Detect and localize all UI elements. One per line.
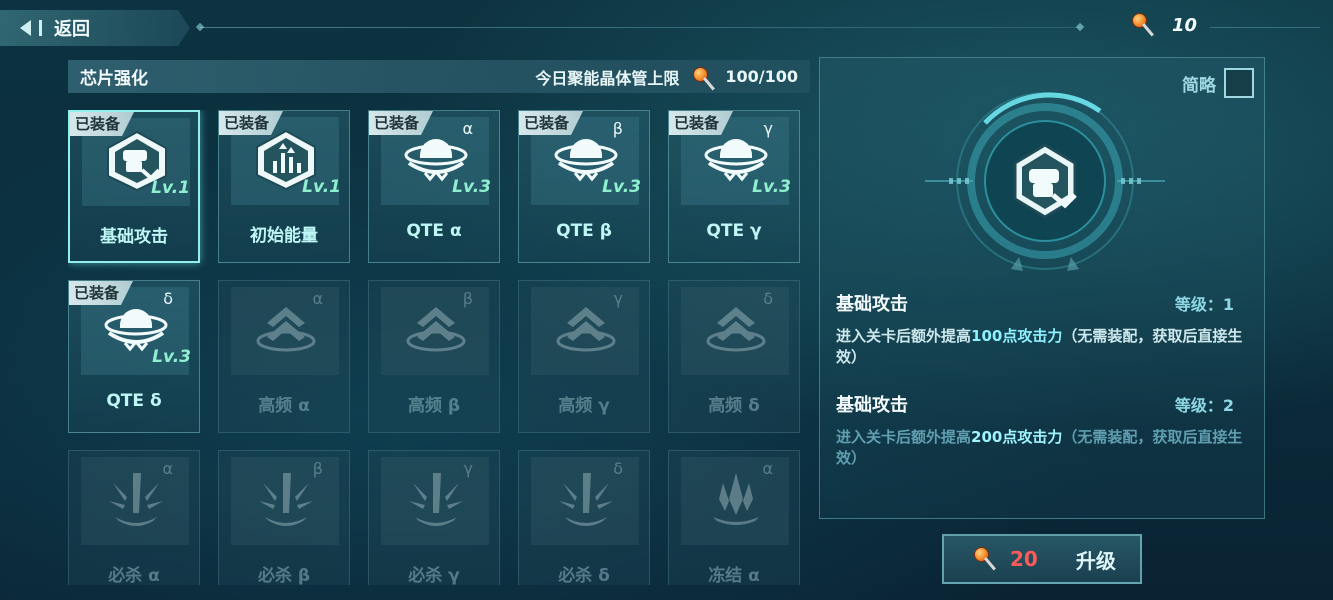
chip-label: QTE α: [406, 221, 462, 241]
brief-checkbox[interactable]: [1224, 68, 1254, 98]
chip-card[interactable]: α 必杀 α: [68, 450, 200, 585]
level-entry-current: 基础攻击 等级：1 进入关卡后额外提高100点攻击力（无需装配，获取后直接生效）: [836, 290, 1252, 368]
currency-display: 10: [1128, 10, 1197, 40]
blade-burst-icon: [553, 469, 619, 531]
chip-variant-symbol: α: [312, 289, 323, 308]
entry-description: 进入关卡后额外提高100点攻击力（无需装配，获取后直接生效）: [836, 327, 1243, 366]
chip-level: Lv.3: [452, 177, 491, 197]
chip-level: Lv.3: [602, 177, 641, 197]
chip-label: 必杀 β: [257, 566, 311, 585]
chip-variant-symbol: β: [312, 459, 323, 478]
chevron-up-icon: [553, 299, 619, 361]
chip-variant-symbol: γ: [463, 459, 473, 478]
chip-card[interactable]: β 高频 β: [368, 280, 500, 433]
chip-label: 必杀 α: [108, 566, 160, 585]
chip-panel-header: 芯片强化 今日聚能晶体管上限 100/100: [68, 60, 810, 93]
chip-grid: 已装备 Lv.1 基础攻击 已装备 Lv.1 初始能量 已装备 α Lv.3 QTE α 已装备 β L…: [68, 110, 810, 585]
chip-variant-symbol: α: [162, 459, 173, 478]
chip-level: Lv.3: [752, 177, 791, 197]
chip-card[interactable]: γ 必杀 γ: [368, 450, 500, 585]
chip-card[interactable]: 已装备 δ Lv.3 QTE δ: [68, 280, 200, 433]
brief-toggle[interactable]: 简略: [1182, 68, 1254, 98]
chevron-up-icon: [253, 299, 319, 361]
entry-name: 基础攻击: [836, 395, 908, 416]
chip-label: 冻结 α: [708, 566, 760, 585]
selected-chip-emblem: [925, 85, 1165, 277]
chevron-up-icon: [403, 299, 469, 361]
ice-crystal-icon: [703, 469, 769, 531]
chip-card[interactable]: γ 高频 γ: [518, 280, 650, 433]
chip-label: 初始能量: [250, 226, 318, 246]
daily-limit-value: 100/100: [725, 67, 798, 86]
top-divider: [200, 27, 1080, 28]
entry-description: 进入关卡后额外提高200点攻击力（无需装配，获取后直接生效）: [836, 428, 1243, 467]
chip-label: QTE δ: [106, 391, 162, 411]
entry-level: 等级：1: [1174, 295, 1234, 314]
chip-label: 高频 α: [258, 396, 310, 416]
chip-card[interactable]: 已装备 α Lv.3 QTE α: [368, 110, 500, 263]
chip-variant-symbol: β: [612, 119, 623, 138]
chip-card[interactable]: δ 高频 δ: [668, 280, 800, 433]
chip-label: 必杀 γ: [408, 566, 460, 585]
chip-card[interactable]: δ 必杀 δ: [518, 450, 650, 585]
chip-label: 基础攻击: [100, 227, 168, 247]
blade-burst-icon: [103, 469, 169, 531]
top-divider-right: [1210, 27, 1320, 28]
back-button[interactable]: 返回: [0, 10, 190, 46]
chip-label: 必杀 δ: [558, 566, 610, 585]
entry-name: 基础攻击: [836, 294, 908, 315]
chip-label: 高频 γ: [558, 396, 610, 416]
chip-label: QTE β: [556, 221, 612, 241]
chip-level: Lv.1: [302, 177, 341, 197]
chip-card[interactable]: 已装备 β Lv.3 QTE β: [518, 110, 650, 263]
top-bar: 返回 10: [0, 0, 1333, 50]
chip-card[interactable]: 已装备 Lv.1 初始能量: [218, 110, 350, 263]
chip-variant-symbol: α: [762, 459, 773, 478]
chip-variant-symbol: δ: [613, 459, 623, 478]
chip-label: 高频 β: [407, 396, 461, 416]
transistor-pin-icon: [970, 544, 1000, 574]
chip-variant-symbol: γ: [613, 289, 623, 308]
chip-card[interactable]: α 高频 α: [218, 280, 350, 433]
chip-panel-title: 芯片强化: [80, 69, 148, 89]
daily-limit: 今日聚能晶体管上限 100/100: [535, 64, 798, 90]
upgrade-cost: 20: [1010, 547, 1038, 571]
blade-burst-icon: [403, 469, 469, 531]
chip-label: 高频 δ: [708, 396, 760, 416]
chip-variant-symbol: α: [462, 119, 473, 138]
chip-level: Lv.1: [151, 178, 190, 198]
transistor-pin-icon: [1128, 10, 1158, 40]
chip-card[interactable]: 已装备 Lv.1 基础攻击: [68, 110, 200, 263]
upgrade-label: 升级: [1075, 548, 1116, 573]
currency-value: 10: [1172, 14, 1198, 36]
transistor-pin-icon: [689, 64, 716, 90]
chip-variant-symbol: δ: [163, 289, 173, 308]
chip-card[interactable]: 已装备 γ Lv.3 QTE γ: [668, 110, 800, 263]
chip-variant-symbol: δ: [763, 289, 773, 308]
level-entry-next: 基础攻击 等级：2 进入关卡后额外提高200点攻击力（无需装配，获取后直接生效）: [836, 391, 1252, 469]
chip-card[interactable]: β 必杀 β: [218, 450, 350, 585]
back-arrow-icon: [20, 20, 31, 36]
chip-variant-symbol: β: [462, 289, 473, 308]
blade-burst-icon: [253, 469, 319, 531]
entry-level: 等级：2: [1174, 396, 1234, 415]
back-bar-icon: [39, 20, 42, 36]
chip-level: Lv.3: [152, 347, 191, 367]
chip-variant-symbol: γ: [763, 119, 773, 138]
chip-card[interactable]: α 冻结 α: [668, 450, 800, 585]
chip-detail-panel: 简略 基础攻击 等级：1 进入关卡后额外提高100点攻击力（无需装配，获取后直接…: [819, 57, 1265, 519]
chevron-up-icon: [703, 299, 769, 361]
upgrade-button[interactable]: 20 升级: [942, 534, 1142, 584]
brief-label: 简略: [1182, 75, 1216, 96]
back-label: 返回: [54, 19, 90, 40]
chip-label: QTE γ: [706, 221, 762, 241]
daily-limit-label: 今日聚能晶体管上限: [535, 68, 680, 88]
